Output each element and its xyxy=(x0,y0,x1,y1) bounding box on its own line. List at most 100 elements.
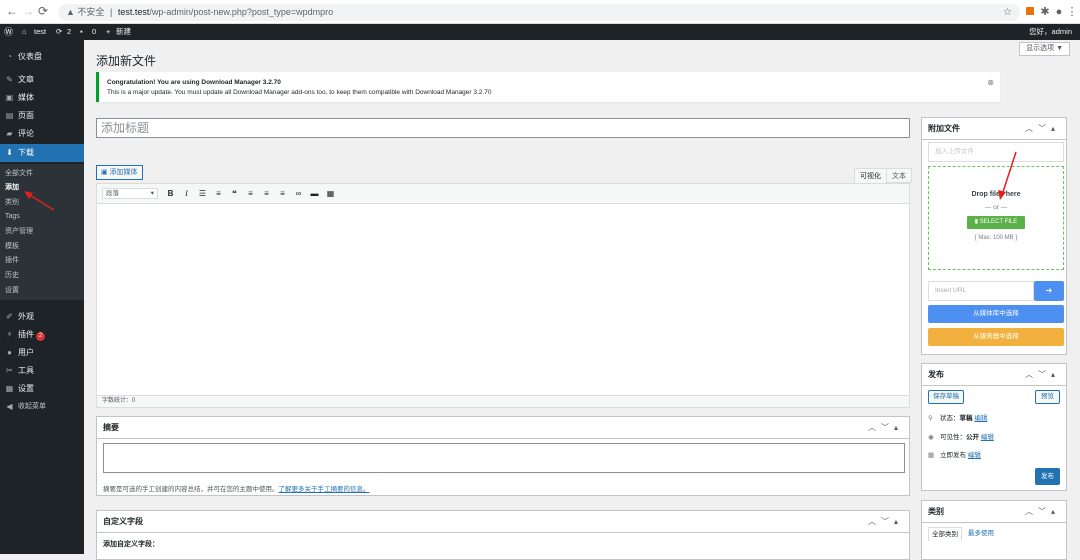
preview-button[interactable]: 预览 xyxy=(1035,390,1060,404)
sidebar-item-comments[interactable]: ▰ 评论 xyxy=(0,125,84,143)
comments-icon[interactable]: ▪ xyxy=(80,24,83,40)
insert-url-button[interactable]: ➔ xyxy=(1034,281,1064,301)
plugins-badge: 2 xyxy=(36,332,45,341)
bold-icon[interactable]: B xyxy=(165,188,176,200)
submenu-all-files[interactable]: 全部文件 xyxy=(5,168,33,180)
submenu-tags[interactable]: Tags xyxy=(5,211,20,223)
wrench-icon: ✂ xyxy=(6,366,13,375)
notice-headline: Congratulation! You are using Download M… xyxy=(107,79,281,86)
sidebar-item-media[interactable]: ▣ 媒体 xyxy=(0,89,84,107)
forward-icon[interactable]: → xyxy=(22,4,34,18)
align-left-icon[interactable]: ≡ xyxy=(245,188,256,200)
add-custom-field-label: 添加自定义字段： xyxy=(103,541,159,548)
publish-title: 发布 xyxy=(928,370,944,379)
site-name[interactable]: test xyxy=(34,24,46,40)
select-file-button[interactable]: ▮ SELECT FILE xyxy=(967,216,1025,229)
toolbar-toggle-icon[interactable]: ▦ xyxy=(325,188,336,200)
max-size: [ Max: 100 MB ] xyxy=(974,235,1017,241)
submenu-history[interactable]: 历史 xyxy=(5,270,19,282)
box-controls-icon[interactable]: ︿﹀▴ xyxy=(1025,364,1060,386)
page-icon: ▤ xyxy=(5,111,14,120)
browser-chrome: ← → ⟳ ▲ 不安全 | test.test/wp-admin/post-ne… xyxy=(0,0,1080,24)
schedule-edit-link[interactable]: 编辑 xyxy=(968,452,981,459)
plugin-icon: ⚡ xyxy=(6,330,13,339)
wordpress-logo-icon[interactable]: Ⓦ xyxy=(4,24,13,40)
update-notice: Congratulation! You are using Download M… xyxy=(96,72,1000,102)
insert-url-input[interactable]: Insert URL xyxy=(928,281,1034,301)
select-from-media-button[interactable]: 从媒体库中选择 xyxy=(928,305,1064,323)
sidebar-item-users[interactable]: ● 用户 xyxy=(0,344,84,362)
italic-icon[interactable]: I xyxy=(181,188,192,200)
new-icon[interactable]: + xyxy=(106,24,110,40)
sidebar-item-tools[interactable]: ✂ 工具 xyxy=(0,362,84,380)
add-media-button[interactable]: ▣ 添加媒体 xyxy=(96,165,143,180)
menu-dots-icon[interactable]: ⋮ xyxy=(1066,6,1078,18)
visibility-row: ◉ 可见性：公开 编辑 xyxy=(928,434,994,441)
back-icon[interactable]: ← xyxy=(6,4,18,18)
dashboard-icon: ◔ xyxy=(7,52,12,61)
submenu-categories[interactable]: 类别 xyxy=(5,197,19,209)
sidebar-item-settings[interactable]: ▦ 设置 xyxy=(0,380,84,398)
url-separator: | xyxy=(109,7,113,17)
submenu-asset-manager[interactable]: 资产管理 xyxy=(5,226,33,238)
screen-options-button[interactable]: 显示选项 ▼ xyxy=(1019,42,1070,56)
box-controls-icon[interactable]: ︿﹀▴ xyxy=(868,511,903,533)
excerpt-textarea[interactable] xyxy=(103,443,905,473)
drop-zone[interactable]: Drop files here — or — ▮ SELECT FILE [ M… xyxy=(928,166,1064,270)
more-tag-icon[interactable]: ▬ xyxy=(309,188,320,200)
save-draft-button[interactable]: 保存草稿 xyxy=(928,390,964,404)
reload-icon[interactable]: ⟳ xyxy=(38,4,48,18)
submenu-addons[interactable]: 插件 xyxy=(5,255,19,267)
format-select[interactable]: 段落 ▾ xyxy=(102,188,158,199)
extension-icon[interactable] xyxy=(1024,6,1036,18)
excerpt-title: 摘要 xyxy=(103,423,119,432)
submenu-settings[interactable]: 设置 xyxy=(5,285,19,297)
status-edit-link[interactable]: 编辑 xyxy=(974,415,987,422)
submenu-templates[interactable]: 模板 xyxy=(5,241,19,253)
box-controls-icon[interactable]: ︿﹀▴ xyxy=(1025,118,1060,140)
star-icon[interactable]: ☆ xyxy=(1003,4,1012,21)
sidebar-item-posts[interactable]: ✎ 文章 xyxy=(0,71,84,89)
numbered-list-icon[interactable]: ≡ xyxy=(213,188,224,200)
url-host: test.test xyxy=(117,7,150,17)
bullet-list-icon[interactable]: ☰ xyxy=(197,188,208,200)
admin-sidebar: ◔ 仪表盘 ✎ 文章 ▣ 媒体 ▤ 页面 ▰ 评论 ⬇ 下载 全部文件 添加 类别 Tags… xyxy=(0,40,84,554)
tab-visual[interactable]: 可视化 xyxy=(854,168,887,183)
home-icon[interactable]: ⌂ xyxy=(22,24,27,40)
content-editor[interactable]: 段落 ▾ B I ☰ ≡ ❝ ≡ ≡ ≡ ∞ ▬ ▦ 字数统计：0 xyxy=(96,183,910,408)
upload-file-input[interactable]: 加入上传文件 xyxy=(928,142,1064,162)
address-bar[interactable]: ▲ 不安全 | test.test/wp-admin/post-new.php?… xyxy=(58,4,1020,21)
dismiss-icon[interactable]: ⊗ xyxy=(987,78,994,88)
tab-all-categories[interactable]: 全部类别 xyxy=(928,527,962,541)
collapse-icon: ◀ xyxy=(6,402,13,411)
post-title-input[interactable]: 添加标题 xyxy=(96,118,910,138)
tab-text[interactable]: 文本 xyxy=(886,168,912,183)
visibility-edit-link[interactable]: 编辑 xyxy=(981,434,994,441)
profile-icon[interactable]: ● xyxy=(1053,6,1065,18)
sidebar-item-plugins[interactable]: ⚡ 插件 2 xyxy=(0,326,84,344)
sidebar-item-downloads[interactable]: ⬇ 下载 xyxy=(0,144,84,162)
blockquote-icon[interactable]: ❝ xyxy=(229,188,240,200)
box-controls-icon[interactable]: ︿﹀▴ xyxy=(1025,501,1060,523)
excerpt-learn-more-link[interactable]: 了解更多关于手工摘要的信息。 xyxy=(279,486,370,493)
select-from-server-button[interactable]: 从服务器中选择 xyxy=(928,328,1064,346)
align-center-icon[interactable]: ≡ xyxy=(261,188,272,200)
align-right-icon[interactable]: ≡ xyxy=(277,188,288,200)
sidebar-item-dashboard[interactable]: ◔ 仪表盘 xyxy=(0,48,84,66)
box-controls-icon[interactable]: ︿﹀▴ xyxy=(868,417,903,439)
word-count: 字数统计：0 xyxy=(97,395,909,407)
custom-fields-title: 自定义字段 xyxy=(103,517,143,526)
sidebar-item-appearance[interactable]: ✐ 外观 xyxy=(0,308,84,326)
download-icon: ⬇ xyxy=(6,148,13,157)
sidebar-collapse[interactable]: ◀ 收起菜单 xyxy=(0,398,84,416)
puzzle-icon[interactable]: ✱ xyxy=(1039,6,1051,18)
updates-icon[interactable]: ⟳ xyxy=(56,24,62,40)
link-icon[interactable]: ∞ xyxy=(293,188,304,200)
user-greeting[interactable]: 您好，admin xyxy=(1029,24,1072,40)
new-label[interactable]: 新建 xyxy=(116,24,131,40)
sidebar-item-pages[interactable]: ▤ 页面 xyxy=(0,107,84,125)
submenu-add-new[interactable]: 添加 xyxy=(5,182,19,194)
publish-button[interactable]: 发布 xyxy=(1035,468,1060,485)
tab-popular-categories[interactable]: 最多使用 xyxy=(968,527,994,540)
chevron-down-icon: ▾ xyxy=(150,190,154,197)
